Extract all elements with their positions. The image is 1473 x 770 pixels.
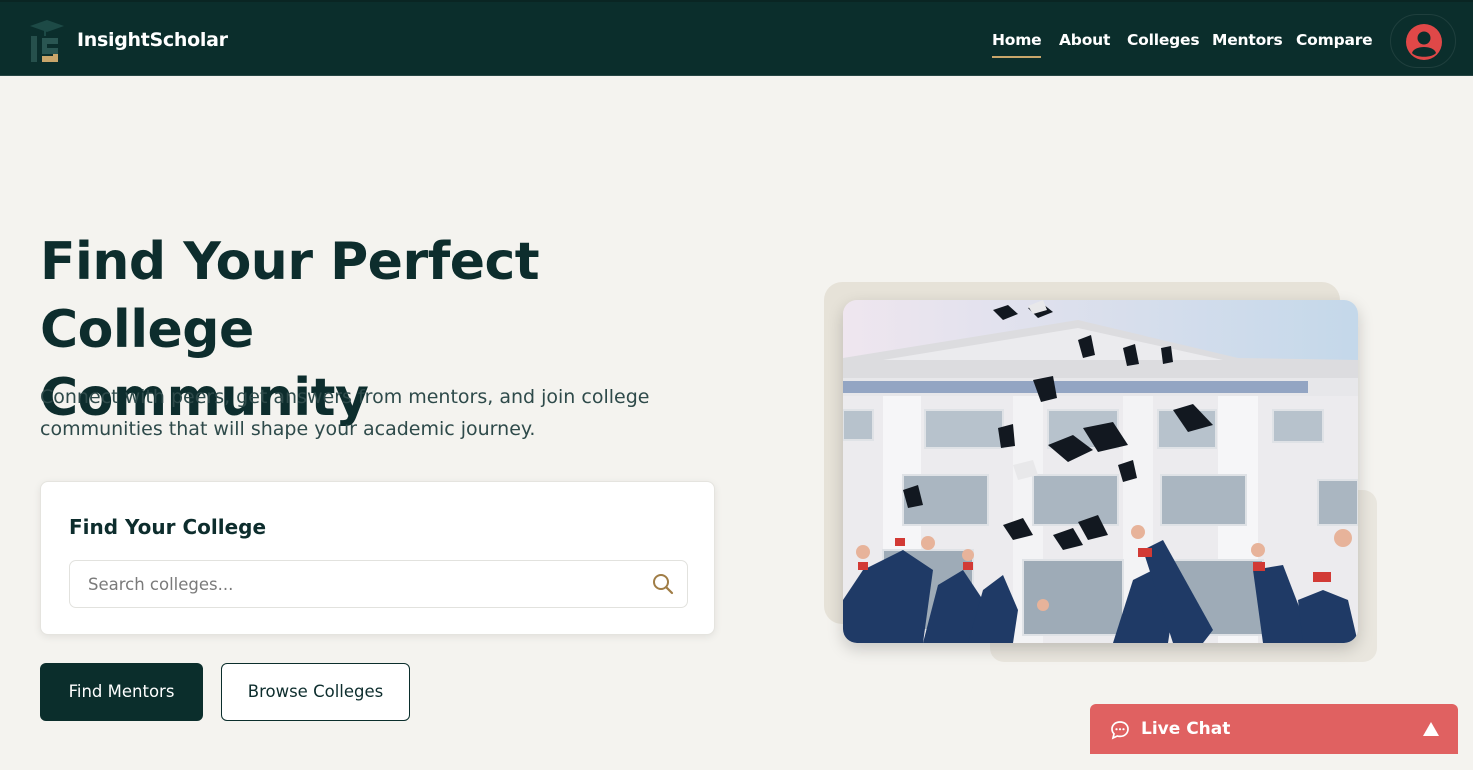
find-mentors-button[interactable]: Find Mentors <box>40 663 203 721</box>
user-avatar-icon <box>1406 24 1442 60</box>
top-navbar: InsightScholar Home About Colleges Mento… <box>0 0 1473 76</box>
hero-subtitle: Connect with peers, get answers from men… <box>40 381 660 445</box>
hero-title-line-1: Find Your Perfect College <box>40 232 540 360</box>
brand-name[interactable]: InsightScholar <box>77 29 228 51</box>
nav-mentors[interactable]: Mentors <box>1212 31 1283 49</box>
nav-compare[interactable]: Compare <box>1296 31 1373 49</box>
hero-subtitle-line-2: communities that will shape your academi… <box>40 418 536 440</box>
browse-colleges-button[interactable]: Browse Colleges <box>221 663 410 721</box>
live-chat-label: Live Chat <box>1141 719 1231 739</box>
live-chat-widget[interactable]: Live Chat <box>1090 704 1458 754</box>
nav-home[interactable]: Home <box>992 31 1042 58</box>
nav-colleges[interactable]: Colleges <box>1127 31 1200 49</box>
search-field <box>69 560 688 608</box>
search-icon[interactable] <box>652 573 674 595</box>
user-menu-button[interactable] <box>1390 14 1456 68</box>
chat-bubble-icon <box>1111 721 1129 740</box>
college-search-card: Find Your College <box>40 481 715 635</box>
hero-subtitle-line-1: Connect with peers, get answers from men… <box>40 386 650 408</box>
triangle-up-icon[interactable] <box>1422 721 1440 737</box>
graduation-cap-logo[interactable] <box>28 18 66 64</box>
nav-about[interactable]: About <box>1059 31 1110 49</box>
graduates-throwing-caps-photo <box>843 300 1358 643</box>
search-card-title: Find Your College <box>69 515 267 539</box>
college-search-input[interactable] <box>70 561 630 607</box>
